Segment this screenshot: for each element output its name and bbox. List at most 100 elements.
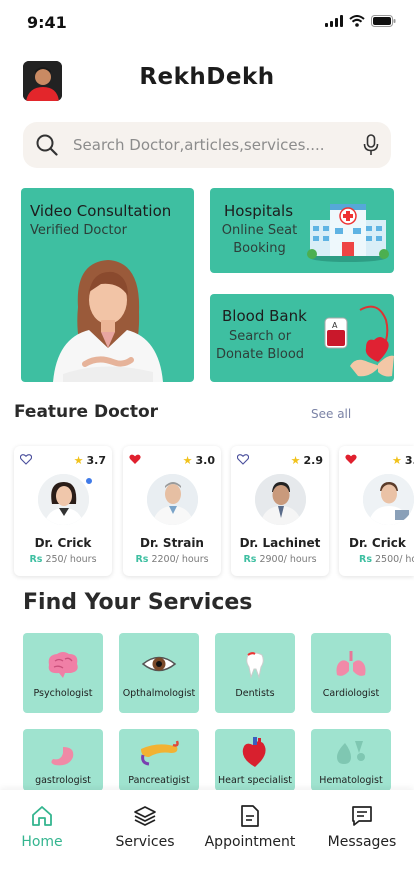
doctor-card[interactable]: ★ 3.7 Dr. Crick Rs 250/ hours (14, 446, 112, 576)
doctor-photo (255, 474, 306, 525)
heart-outline-icon[interactable] (20, 454, 32, 465)
search-input[interactable] (73, 130, 331, 160)
service-tile-psychologist[interactable]: Psychologist (23, 633, 103, 713)
message-icon (352, 806, 372, 826)
doctor-illustration (53, 260, 163, 382)
tab-appointment[interactable]: Appointment (203, 804, 297, 850)
doctor-card[interactable]: ★ 3.0 Dr. Strain Rs 2200/ hours (123, 446, 221, 576)
doctor-name: Dr. Crick (349, 536, 406, 550)
wifi-icon (349, 15, 365, 27)
blood-bank-subtitle: Search or Donate Blood (214, 328, 306, 364)
video-consultation-card[interactable]: Video Consultation Verified Doctor (21, 188, 194, 382)
doctor-fee: Rs 2200/ hours (123, 554, 221, 565)
status-bar: 9:41 (0, 0, 414, 44)
currency-label: Rs (359, 554, 372, 565)
find-services-title: Find Your Services (23, 590, 253, 615)
tab-messages[interactable]: Messages (327, 804, 397, 850)
blood-bank-subtitle-line2: Donate Blood (215, 347, 305, 362)
service-tile-cardiologist[interactable]: Cardiologist (311, 633, 391, 713)
service-label: Psychologist (33, 688, 93, 699)
doctor-rating: ★ 3.0 (183, 454, 215, 467)
doctor-fee-value: 2200/ hours (151, 554, 209, 565)
service-label: Dentists (235, 688, 275, 699)
hospitals-subtitle-line1: Online Seat (221, 223, 298, 238)
svg-text:A: A (332, 321, 338, 330)
doctor-rating-value: 3.7 (404, 454, 414, 467)
home-icon (32, 806, 52, 826)
service-label: Heart specialist (218, 775, 292, 786)
service-tile-opthalmologist[interactable]: Opthalmologist (119, 633, 199, 713)
service-tile-heart-specialist[interactable]: Heart specialist (215, 729, 295, 791)
online-status-dot (85, 477, 93, 485)
brain-icon (48, 652, 78, 678)
see-all-link[interactable]: See all (311, 407, 351, 421)
service-tile-pancreatigist[interactable]: Pancreatigist (119, 729, 199, 791)
doctor-rating-value: 3.7 (86, 454, 107, 467)
status-icons (325, 15, 396, 27)
heart-filled-icon[interactable] (129, 454, 141, 465)
service-tile-gastrologist[interactable]: gastrologist (23, 729, 103, 791)
tab-label: Home (21, 834, 63, 850)
tab-home[interactable]: Home (20, 804, 64, 850)
service-label: gastrologist (35, 775, 91, 786)
layers-icon (134, 806, 156, 826)
doctor-photo (38, 474, 89, 525)
blood-bank-subtitle-line1: Search or (228, 329, 292, 344)
doctor-fee-value: 2500/ hours (375, 554, 414, 565)
tab-label: Messages (327, 834, 397, 850)
bottom-tab-bar: Home Services Appointment Messages (0, 790, 414, 896)
doctor-rating-value: 2.9 (303, 454, 324, 467)
heart-outline-icon[interactable] (237, 454, 249, 465)
doctor-card[interactable]: ★3.7 Dr. Crick Rs 2500/ hours (339, 446, 414, 576)
feature-doctor-title: Feature Doctor (14, 402, 159, 422)
battery-icon (371, 15, 396, 27)
currency-label: Rs (243, 554, 257, 565)
doctor-fee: Rs 2900/ hours (231, 554, 329, 565)
video-consultation-title: Video Consultation (30, 202, 172, 220)
microphone-icon[interactable] (363, 134, 379, 156)
pancreas-icon (141, 740, 179, 766)
blood-bank-card[interactable]: Blood Bank Search or Donate Blood A (210, 294, 394, 382)
tab-services[interactable]: Services (114, 804, 176, 850)
doctor-card[interactable]: ★ 2.9 Dr. Lachinet Rs 2900/ hours (231, 446, 329, 576)
doctor-photo (147, 474, 198, 525)
doctor-name: Dr. Strain (140, 536, 204, 550)
doctor-rating: ★3.7 (392, 454, 414, 467)
signal-icon (325, 15, 343, 27)
blood-bank-title: Blood Bank (222, 307, 307, 325)
eye-icon (141, 656, 177, 672)
doctor-photo (363, 474, 414, 525)
service-label: Hematologist (319, 775, 383, 786)
currency-label: Rs (29, 554, 43, 565)
search-icon (36, 134, 58, 156)
hospitals-title: Hospitals (224, 202, 294, 220)
doctor-fee: Rs 250/ hours (14, 554, 112, 565)
lungs-icon (336, 651, 366, 676)
video-consultation-subtitle: Verified Doctor (30, 223, 127, 238)
service-tile-hematologist[interactable]: Hematologist (311, 729, 391, 791)
hospitals-subtitle-line2: Booking (233, 241, 286, 256)
doctor-fee-value: 250/ hours (45, 554, 97, 565)
currency-label: Rs (135, 554, 149, 565)
search-bar (23, 122, 391, 168)
tab-label: Services (115, 834, 175, 850)
star-icon: ★ (73, 454, 84, 467)
doctor-rating: ★3.7 (74, 454, 106, 467)
service-tile-dentists[interactable]: Dentists (215, 633, 295, 713)
hospital-building-icon (307, 204, 389, 262)
service-label: Cardiologist (322, 688, 380, 699)
status-time: 9:41 (27, 13, 67, 32)
star-icon: ★ (182, 454, 193, 467)
doctor-fee: Rs 2500/ hours (359, 554, 414, 565)
star-icon: ★ (392, 454, 402, 467)
document-icon (241, 805, 259, 827)
hospitals-subtitle: Online Seat Booking (216, 222, 303, 258)
service-label: Opthalmologist (122, 688, 196, 699)
service-label: Pancreatigist (128, 775, 190, 786)
hospitals-card[interactable]: Hospitals Online Seat Booking (210, 188, 394, 273)
doctor-rating-value: 3.0 (195, 454, 216, 467)
doctor-fee-value: 2900/ hours (259, 554, 317, 565)
tab-label: Appointment (204, 834, 296, 850)
stomach-icon (51, 741, 74, 766)
heart-filled-icon[interactable] (345, 454, 357, 465)
